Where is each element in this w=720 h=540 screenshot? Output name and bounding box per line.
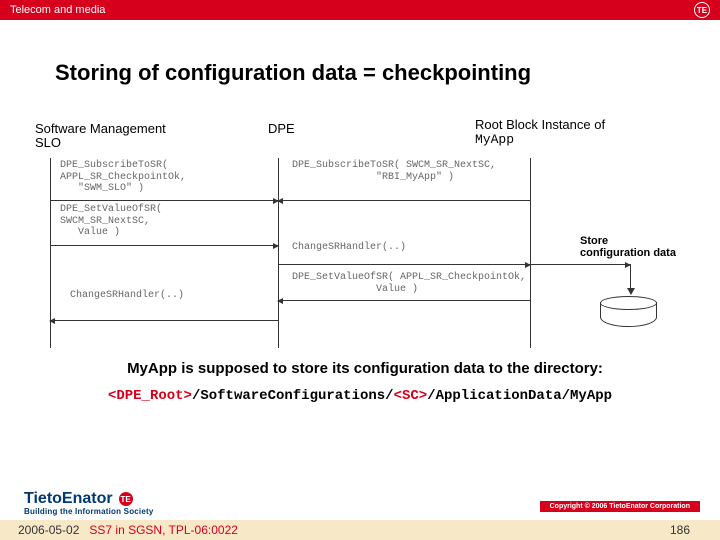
sequence-diagram: Software Management SLO DPE Root Block I…	[40, 130, 680, 350]
arrow-store-h	[530, 264, 630, 265]
category-label: Telecom and media	[10, 4, 105, 16]
top-bar: Telecom and media TE	[0, 0, 720, 20]
msg-setvalue-checkpoint: DPE_SetValueOfSR( APPL_SR_CheckpointOk, …	[292, 272, 526, 295]
msg-change-sr-slo: ChangeSRHandler(..)	[70, 290, 184, 302]
arrow-m2	[278, 200, 530, 201]
arrow-m6	[50, 320, 278, 321]
msg-subscribe-rbi: DPE_SubscribeToSR( SWCM_SR_NextSC, "RBI_…	[292, 160, 496, 183]
lifeline-label-dpe: DPE	[268, 122, 308, 136]
brand-logo-icon: TE	[119, 492, 133, 506]
slide-title: Storing of configuration data = checkpoi…	[55, 60, 531, 86]
arrow-store-v	[630, 264, 631, 294]
page-number: 186	[670, 523, 690, 537]
msg-setvalue-nextsc: DPE_SetValueOfSR( SWCM_SR_NextSC, Value …	[60, 204, 162, 239]
arrow-m4	[278, 264, 530, 265]
arrow-m5	[278, 300, 530, 301]
caption-text: MyApp is supposed to store its configura…	[55, 360, 675, 377]
brand-name: TietoEnator	[24, 490, 113, 508]
footer-date: 2006-05-02	[18, 523, 79, 537]
msg-subscribe-swm: DPE_SubscribeToSR( APPL_SR_CheckpointOk,…	[60, 160, 186, 195]
arrow-m1	[50, 200, 278, 201]
footer-bar: 2006-05-02 SS7 in SGSN, TPL-06:0022 186	[0, 520, 720, 540]
brand-tagline: Building the Information Society	[24, 507, 154, 516]
lifeline-rbi	[530, 158, 531, 348]
lifeline-label-rbi: Root Block Instance of MyApp	[475, 118, 625, 148]
database-icon	[600, 296, 655, 326]
store-config-label: Store configuration data	[580, 235, 680, 259]
copyright-label: Copyright © 2006 TietoEnator Corporation	[540, 501, 700, 512]
lifeline-dpe	[278, 158, 279, 348]
msg-change-sr-rbi: ChangeSRHandler(..)	[292, 242, 406, 254]
footer-title: SS7 in SGSN, TPL-06:0022	[89, 523, 238, 537]
brand-logo: TietoEnator TE	[24, 490, 133, 508]
arrow-m3	[50, 245, 278, 246]
lifeline-label-slo: Software Management SLO	[35, 122, 185, 151]
brand-badge-icon: TE	[694, 2, 710, 18]
path-text: <DPE_Root>/SoftwareConfigurations/<SC>/A…	[40, 388, 680, 404]
